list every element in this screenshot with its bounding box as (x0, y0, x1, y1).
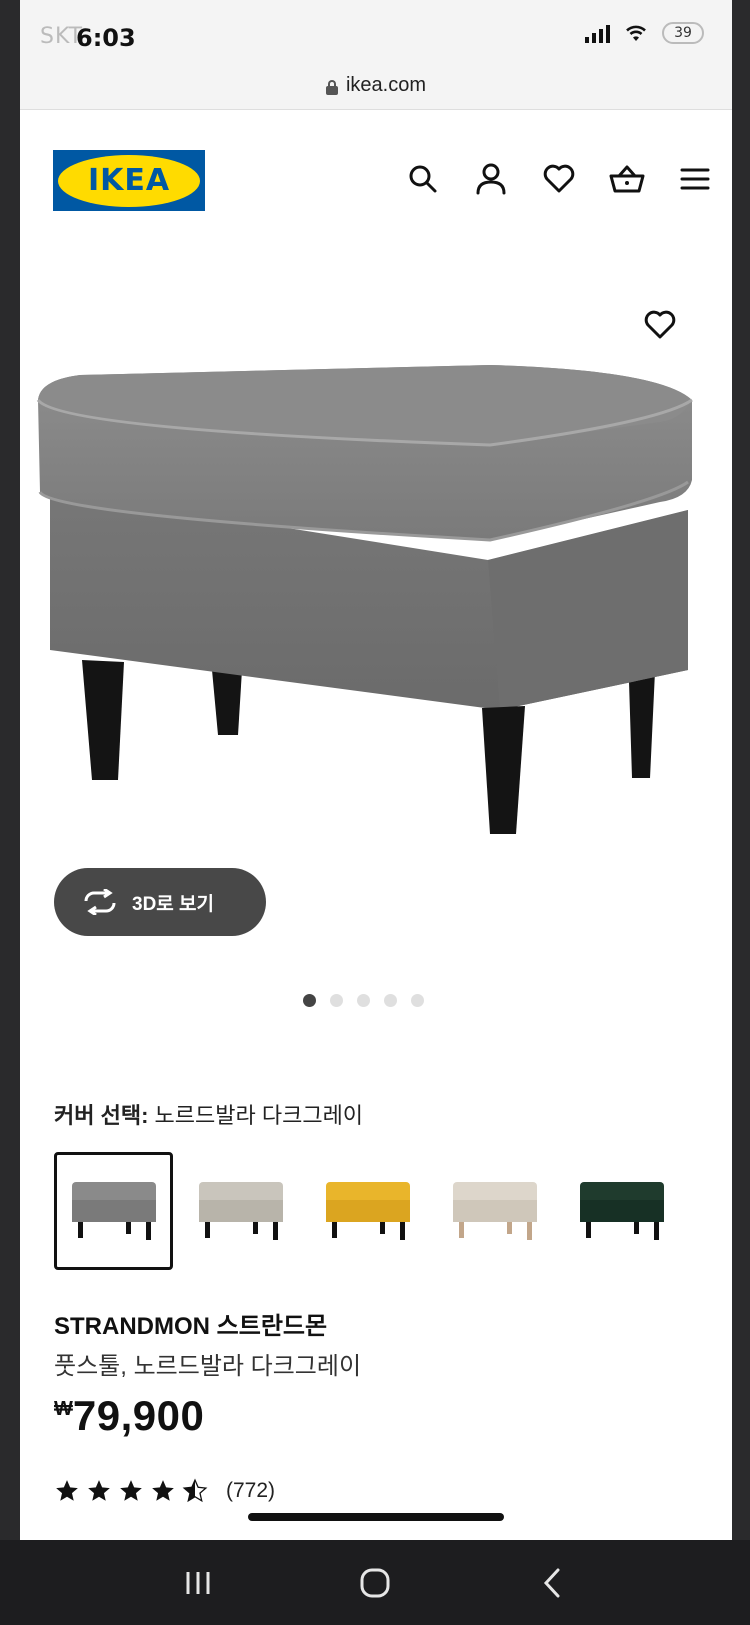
product-description: 풋스툴, 노르드발라 다크그레이 (54, 1353, 362, 1380)
status-time: 6:03 (76, 24, 136, 52)
status-icons: 39 (585, 22, 704, 44)
wishlist-heart-icon[interactable] (540, 160, 578, 198)
star-icon (120, 1480, 142, 1501)
carousel-dot[interactable] (329, 994, 343, 1007)
battery-level: 39 (674, 25, 692, 41)
review-count: (772) (226, 1479, 276, 1502)
star-icon (152, 1480, 174, 1501)
ikea-logo-oval: IKEA (58, 154, 200, 207)
menu-icon[interactable] (676, 160, 714, 198)
rotate-3d-icon (84, 889, 116, 915)
account-icon[interactable] (472, 160, 510, 198)
view-3d-label: 3D로 보기 (132, 893, 215, 915)
product-rating[interactable]: (772) (54, 1478, 275, 1504)
home-indicator (248, 1513, 504, 1521)
swatch-houndstooth[interactable] (181, 1152, 300, 1270)
header-icons (404, 160, 714, 198)
carousel-dot[interactable] (383, 994, 397, 1007)
battery-icon: 39 (662, 22, 704, 44)
star-icon (56, 1480, 78, 1501)
ikea-logo[interactable]: IKEA (53, 150, 205, 211)
home-button-icon[interactable] (345, 1553, 405, 1613)
product-image[interactable] (20, 230, 732, 930)
product-name: STRANDMON 스트란드몬 (54, 1313, 328, 1340)
lock-icon (325, 79, 338, 95)
cover-label: 커버 선택: (54, 1103, 149, 1128)
url-text: ikea.com (345, 74, 427, 96)
view-3d-button[interactable]: 3D로 보기 (54, 868, 266, 936)
swatch-yellow[interactable] (308, 1152, 427, 1270)
swatch-beige[interactable] (435, 1152, 554, 1270)
cover-selection: 커버 선택: 노르드발라 다크그레이 (54, 1098, 363, 1130)
footstool-image (36, 365, 693, 834)
phone-frame-right (732, 0, 750, 1540)
signal-icon (585, 23, 610, 43)
android-nav-bar (0, 1540, 750, 1625)
cover-swatches (54, 1152, 681, 1270)
swatch-dark-grey[interactable] (54, 1152, 173, 1270)
back-icon[interactable] (522, 1553, 582, 1613)
search-icon[interactable] (404, 160, 442, 198)
status-bar: SKT 6:03 39 (20, 0, 732, 62)
wifi-icon (626, 25, 646, 41)
cover-value: 노르드발라 다크그레이 (154, 1103, 364, 1128)
carousel-dot[interactable] (302, 994, 316, 1007)
carousel-dot[interactable] (356, 994, 370, 1007)
carousel-dots (20, 994, 732, 1007)
half-star-icon (182, 1478, 208, 1503)
product-price: ₩ 79,900 (54, 1392, 204, 1440)
carousel-dot[interactable] (410, 994, 424, 1007)
shopping-basket-icon[interactable] (608, 160, 646, 198)
recent-apps-icon[interactable] (168, 1553, 228, 1613)
phone-frame-left (0, 0, 20, 1540)
ikea-logo-text: IKEA (87, 163, 171, 198)
star-icon (88, 1480, 110, 1501)
browser-screen: SKT 6:03 39 ikea.com IKEA 3D로 보기 커버 선택: … (20, 0, 732, 1540)
wishlist-heart-icon[interactable] (644, 310, 680, 346)
swatch-dark-green[interactable] (562, 1152, 681, 1270)
price-value: 79,900 (72, 1392, 205, 1439)
url-bar[interactable]: ikea.com (20, 62, 732, 110)
price-currency: ₩ (54, 1398, 73, 1420)
